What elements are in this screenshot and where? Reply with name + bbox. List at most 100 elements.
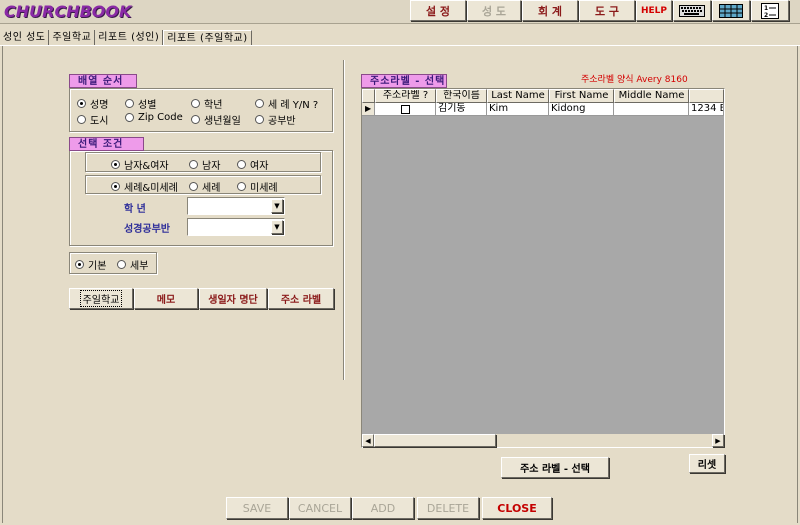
scroll-right-icon[interactable]: ▶ [712, 434, 724, 447]
scroll-left-icon[interactable]: ◀ [362, 434, 374, 447]
radio-icon [125, 99, 134, 108]
scroll-thumb[interactable] [374, 434, 496, 447]
label-panel-title: 주소라벨 - 선택 [361, 74, 447, 88]
chevron-down-icon[interactable]: ▼ [271, 199, 283, 213]
birthday-list-button[interactable]: 생일자 명단 [199, 288, 267, 309]
sunday-school-report-button[interactable]: 주일학교 [69, 288, 133, 309]
baptism-both[interactable]: 세례&미세례 [111, 179, 178, 194]
address-label-button[interactable]: 주소 라벨 [268, 288, 334, 309]
detail-basic[interactable]: 기본 [75, 257, 106, 272]
keyboard-icon [679, 4, 705, 17]
cell-korean-name[interactable]: 김기동 [436, 103, 487, 116]
filter-label: 선택 조건 [69, 137, 144, 151]
radio-selected-icon [77, 99, 86, 108]
radio-icon [189, 182, 198, 191]
sort-option-label: 성별 [138, 100, 157, 111]
sort-option-label: 성명 [90, 100, 109, 111]
settings-button[interactable]: 설 정 [410, 0, 466, 21]
sort-option-zip[interactable]: Zip Code [125, 112, 183, 123]
chevron-down-icon[interactable]: ▼ [271, 220, 283, 234]
close-button[interactable]: CLOSE [482, 497, 552, 519]
grade-select[interactable]: ▼ [187, 197, 285, 215]
checkbox-icon[interactable] [400, 104, 410, 114]
numbered-list-icon: 1 2 [761, 2, 779, 19]
table-row[interactable]: ▶ 김기동 Kim Kidong 1234 Bo [362, 103, 724, 116]
save-button[interactable]: SAVE [226, 497, 288, 519]
label-checkbox-cell[interactable] [375, 103, 436, 116]
radio-selected-icon [75, 260, 84, 269]
detail-full[interactable]: 세부 [117, 257, 148, 272]
row-selector-header [362, 89, 375, 103]
sort-option-label: 학년 [204, 100, 223, 111]
sort-option-baptism[interactable]: 세 례 Y/N ? [255, 96, 318, 111]
members-button[interactable]: 성 도 [467, 0, 521, 21]
column-header-korean-name[interactable]: 한국이름 [436, 89, 487, 103]
detail-option-label: 기본 [88, 261, 107, 272]
tab-sunday-school[interactable]: 주일학교 [49, 30, 96, 46]
cancel-button[interactable]: CANCEL [289, 497, 351, 519]
keyboard-button[interactable] [673, 0, 711, 21]
gender-female[interactable]: 여자 [237, 157, 268, 172]
column-header-last-name[interactable]: Last Name [487, 89, 549, 103]
column-header-first-name[interactable]: First Name [549, 89, 614, 103]
sort-option-grade[interactable]: 학년 [191, 96, 222, 111]
button-label: 주일학교 [79, 290, 123, 307]
gender-male[interactable]: 남자 [189, 157, 220, 172]
baptism-option-label: 세례&미세례 [124, 183, 178, 194]
column-header-middle-name[interactable]: Middle Name [614, 89, 689, 103]
cell-first-name[interactable]: Kidong [549, 103, 614, 116]
help-button[interactable]: HELP [636, 0, 672, 21]
cell-address[interactable]: 1234 Bo [689, 103, 724, 116]
cell-middle-name[interactable] [614, 103, 689, 116]
tab-strip: 성인 성도 주일학교 리포트 (성인) 리포트 (주일학교) [0, 30, 252, 46]
bible-class-select[interactable]: ▼ [187, 218, 285, 236]
avery-format-note: 주소라벨 양식 Avery 8160 [581, 75, 688, 85]
calculator-grid-icon [719, 3, 743, 18]
radio-icon [191, 99, 200, 108]
column-header-label[interactable]: 주소라벨 ? [375, 89, 436, 103]
number-list-button[interactable]: 1 2 [751, 0, 789, 21]
tab-report-adult[interactable]: 리포트 (성인) [95, 30, 164, 46]
radio-icon [237, 160, 246, 169]
gender-option-label: 여자 [250, 161, 269, 172]
sort-option-birthdate[interactable]: 생년월일 [191, 112, 241, 127]
sort-option-label: 공부반 [268, 116, 296, 127]
gender-both[interactable]: 남자&여자 [111, 157, 169, 172]
add-button[interactable]: ADD [352, 497, 414, 519]
sort-option-label: 도시 [90, 116, 109, 127]
grade-label: 학 년 [124, 204, 146, 215]
address-label-grid[interactable]: 주소라벨 ? 한국이름 Last Name First Name Middle … [361, 88, 725, 448]
radio-icon [117, 260, 126, 269]
baptism-option-label: 미세례 [250, 183, 278, 194]
sort-option-class[interactable]: 공부반 [255, 112, 296, 127]
svg-text:2: 2 [764, 12, 768, 19]
calculator-button[interactable] [712, 0, 750, 21]
bible-class-label: 성경공부반 [124, 224, 170, 235]
radio-selected-icon [111, 182, 120, 191]
column-header-address[interactable] [689, 89, 724, 103]
frame-left [2, 46, 3, 523]
tab-adult-members[interactable]: 성인 성도 [0, 30, 50, 46]
baptism-option-label: 세례 [202, 183, 221, 194]
cell-last-name[interactable]: Kim [487, 103, 549, 116]
reset-button[interactable]: 리셋 [689, 454, 725, 473]
sort-option-city[interactable]: 도시 [77, 112, 108, 127]
detail-option-label: 세부 [130, 261, 149, 272]
horizontal-scrollbar[interactable]: ◀ ▶ [362, 434, 724, 447]
sort-option-name[interactable]: 성명 [77, 96, 108, 111]
radio-icon [77, 115, 86, 124]
sort-order-label: 배열 순서 [69, 74, 137, 88]
accounting-button[interactable]: 회 계 [522, 0, 578, 21]
delete-button[interactable]: DELETE [417, 497, 479, 519]
sort-option-gender[interactable]: 성별 [125, 96, 156, 111]
radio-icon [237, 182, 246, 191]
frame-right [797, 46, 798, 523]
memo-button[interactable]: 메모 [134, 288, 198, 309]
tools-button[interactable]: 도 구 [579, 0, 635, 21]
baptism-no[interactable]: 미세례 [237, 179, 278, 194]
radio-icon [125, 113, 134, 122]
address-label-select-button[interactable]: 주소 라벨 - 선택 [501, 457, 609, 478]
tab-report-sunday-school[interactable]: 리포트 (주일학교) [163, 30, 252, 46]
baptism-yes[interactable]: 세례 [189, 179, 220, 194]
gender-option-label: 남자 [202, 161, 221, 172]
